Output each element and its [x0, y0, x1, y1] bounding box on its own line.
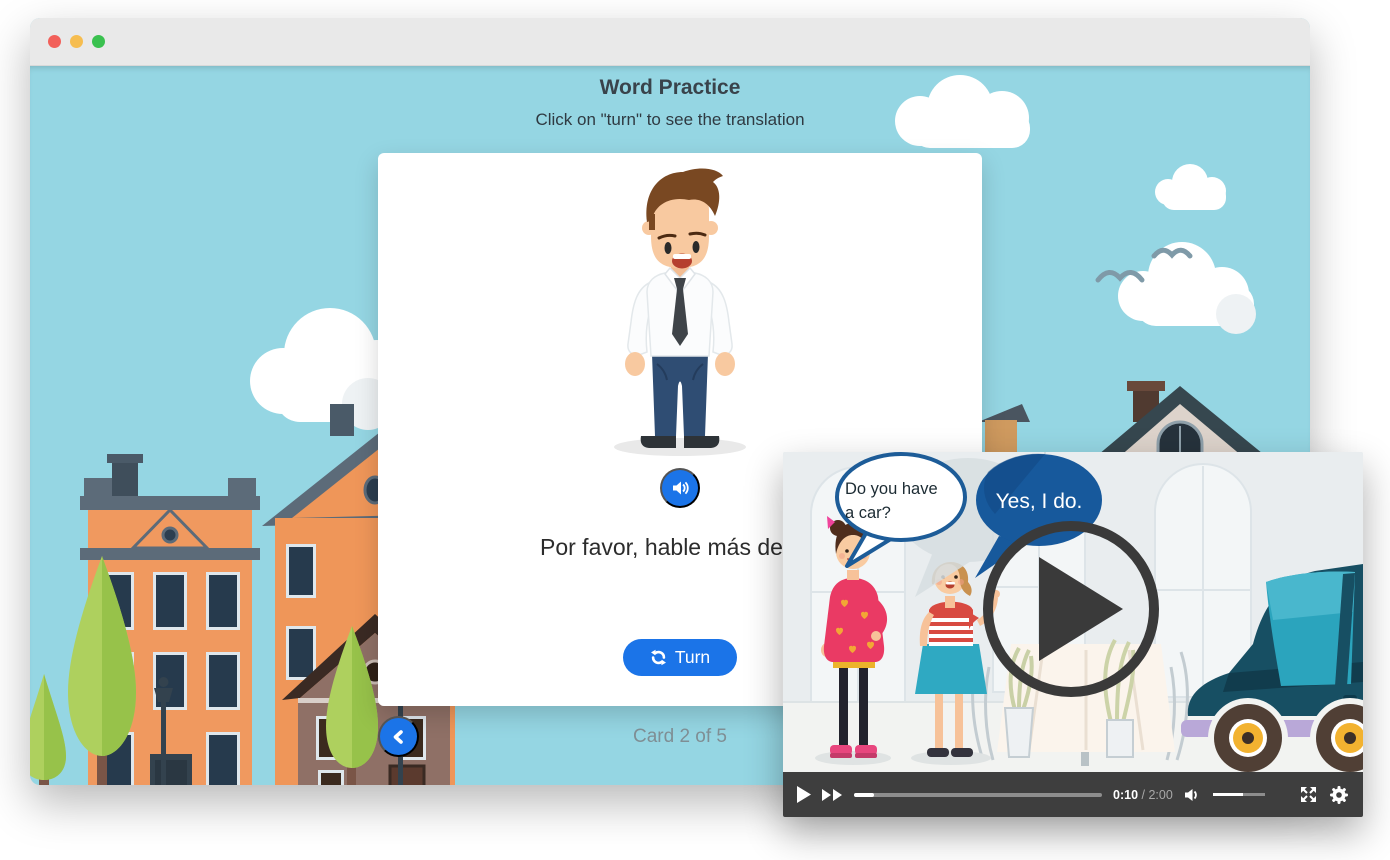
cloud	[1155, 164, 1226, 210]
window-titlebar	[30, 18, 1310, 66]
traffic-light-minimize[interactable]	[70, 35, 83, 48]
tree	[30, 674, 66, 785]
time-display: 0:10 / 2:00	[1113, 788, 1173, 802]
settings-button[interactable]	[1329, 785, 1349, 805]
speaker-audio-icon	[670, 478, 690, 498]
speaker-button[interactable]	[660, 468, 700, 508]
page-subtitle: Click on "turn" to see the translation	[30, 110, 1310, 130]
duration: 2:00	[1148, 788, 1172, 802]
bubble-question-line1: Do you have	[845, 480, 938, 498]
turn-button-label: Turn	[675, 647, 710, 668]
house-far	[978, 404, 1030, 454]
traffic-light-zoom[interactable]	[92, 35, 105, 48]
volume-level	[1213, 793, 1243, 796]
traffic-light-close[interactable]	[48, 35, 61, 48]
chevron-left-icon	[390, 728, 408, 746]
bubble-answer-text: Yes, I do.	[996, 490, 1083, 513]
turn-button[interactable]: Turn	[623, 639, 737, 676]
big-play-button[interactable]	[983, 521, 1159, 697]
volume-button[interactable]	[1184, 788, 1202, 802]
fast-forward-icon	[822, 789, 843, 801]
play-button[interactable]	[797, 786, 811, 803]
volume-icon	[1184, 788, 1202, 802]
refresh-icon	[650, 649, 667, 666]
gear-icon	[1329, 785, 1349, 805]
progress-bar[interactable]	[854, 793, 1102, 797]
play-icon	[1039, 557, 1123, 661]
progress-played	[854, 793, 874, 797]
current-time: 0:10	[1113, 788, 1138, 802]
video-player: Do you have a car? Yes, I do.	[783, 452, 1363, 817]
prev-card-button[interactable]	[378, 716, 419, 757]
fullscreen-button[interactable]	[1299, 785, 1318, 804]
fullscreen-icon	[1299, 785, 1318, 804]
play-icon	[797, 786, 811, 803]
volume-slider[interactable]	[1213, 793, 1265, 796]
screenshot-stage: Word Practice Click on "turn" to see the…	[0, 0, 1390, 860]
man-illustration	[595, 164, 765, 456]
video-controls: 0:10 / 2:00	[783, 772, 1363, 817]
bubble-question-line2: a car?	[845, 504, 891, 522]
time-separator: /	[1142, 788, 1145, 802]
fast-forward-button[interactable]	[822, 789, 843, 801]
page-title: Word Practice	[30, 76, 1310, 100]
card-counter: Card 2 of 5	[580, 726, 780, 748]
